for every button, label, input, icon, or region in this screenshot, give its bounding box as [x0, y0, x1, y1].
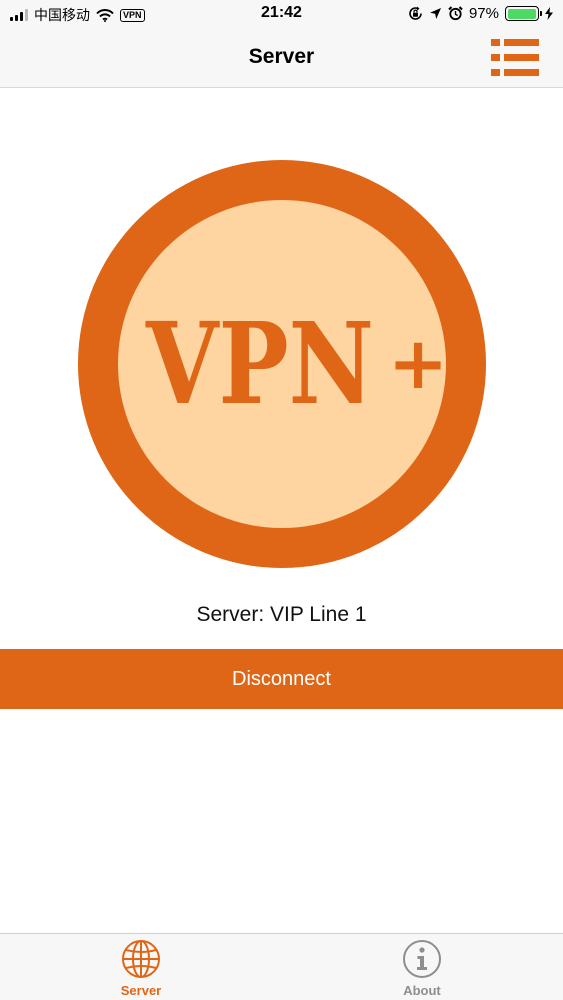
page-title: Server: [248, 45, 315, 68]
wifi-icon: [96, 8, 114, 22]
vpn-logo: VPN +: [78, 160, 486, 568]
vpn-status-badge: VPN: [120, 8, 145, 22]
tab-about-label: About: [403, 983, 441, 998]
disconnect-button[interactable]: Disconnect: [0, 649, 563, 709]
server-list-button[interactable]: [491, 38, 539, 78]
list-icon: [491, 39, 539, 76]
rotation-lock-icon: [409, 6, 422, 20]
logo-text: VPN: [145, 299, 374, 430]
location-icon: [429, 8, 441, 19]
battery-level-fill: [507, 8, 536, 19]
charging-bolt-icon: [545, 7, 553, 20]
vpn-logo-graphic: VPN +: [78, 160, 486, 568]
tab-about[interactable]: About: [342, 934, 502, 1000]
navigation-bar: Server: [0, 30, 563, 88]
status-left: 中国移动 VPN: [10, 5, 145, 25]
tab-bar: Server About: [0, 933, 563, 1000]
server-status-label: Server: VIP Line 1: [196, 603, 367, 626]
signal-strength-icon: [10, 9, 28, 21]
status-bar: 中国移动 VPN 21:42 97%: [0, 0, 563, 30]
info-icon: [403, 940, 441, 978]
status-right: 97%: [408, 5, 553, 22]
tab-server-label: Server: [120, 983, 162, 998]
battery-percent: 97%: [468, 5, 499, 22]
battery-icon: [505, 6, 542, 21]
carrier-name: 中国移动: [34, 8, 90, 24]
alarm-icon: [448, 6, 463, 21]
logo-plus: +: [388, 320, 448, 405]
globe-icon: [122, 940, 160, 978]
tab-server[interactable]: Server: [61, 934, 221, 1000]
battery-tip: [540, 11, 542, 16]
